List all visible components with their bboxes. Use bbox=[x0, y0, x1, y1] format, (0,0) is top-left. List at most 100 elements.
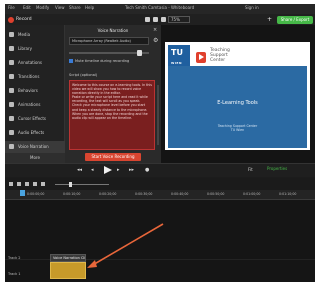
ruler-tick: 0:00:50;00 bbox=[207, 192, 225, 196]
track-label: Track 1 bbox=[8, 272, 21, 276]
zoom-select[interactable]: 75% bbox=[168, 16, 190, 23]
menu-view[interactable]: View bbox=[55, 5, 65, 10]
paste-icon[interactable] bbox=[41, 182, 45, 186]
ruler-tick: 0:00:40;00 bbox=[171, 192, 189, 196]
behaviors-icon bbox=[9, 88, 14, 93]
audio-icon bbox=[9, 130, 14, 135]
menu-bar: File Edit Modify View Share Help Tech Sm… bbox=[5, 4, 315, 14]
share-button[interactable]: Share / Export bbox=[277, 16, 313, 24]
script-label: Script (optional) bbox=[69, 73, 98, 77]
record-icon[interactable] bbox=[8, 17, 14, 23]
timeline-zoom-slider[interactable] bbox=[55, 184, 109, 185]
crop-tool-icon[interactable] bbox=[161, 17, 166, 22]
ruler-tick: 0:00:00;00 bbox=[27, 192, 45, 196]
step-forward-icon[interactable]: ▸ bbox=[117, 167, 120, 173]
menu-share[interactable]: Share bbox=[69, 5, 81, 10]
start-voice-recording-button[interactable]: Start Voice Recording bbox=[85, 153, 141, 161]
sidebar-item-label: Audio Effects bbox=[18, 130, 45, 135]
mute-timeline-label: Mute timeline during recording bbox=[75, 59, 130, 63]
timeline-toolbar bbox=[5, 178, 315, 190]
slide-subtitle: Teaching Support Center TU Wien bbox=[217, 124, 258, 132]
sidebar-item-cursor-effects[interactable]: Cursor Effects bbox=[5, 113, 65, 125]
sidebar-item-label: Transitions bbox=[18, 74, 40, 79]
sidebar-item-label: Library bbox=[18, 46, 32, 51]
preview-slide[interactable]: TU WIEN Teaching Support Center E-Learni… bbox=[165, 42, 310, 150]
slide-title-area: E-Learning Tools Teaching Support Center… bbox=[168, 66, 307, 148]
ruler-tick: 0:00:20;00 bbox=[99, 192, 117, 196]
sidebar-item-label: Animations bbox=[18, 102, 41, 107]
menu-edit[interactable]: Edit bbox=[23, 5, 31, 10]
add-icon[interactable]: + bbox=[267, 16, 272, 23]
tools-sidebar: Media Library Annotations Transitions Be… bbox=[5, 25, 65, 163]
timeline-zoom-thumb[interactable] bbox=[69, 182, 72, 187]
menu-help[interactable]: Help bbox=[85, 5, 94, 10]
menu-file[interactable]: File bbox=[8, 5, 15, 10]
sidebar-item-voice-narration[interactable]: Voice Narration bbox=[5, 141, 65, 153]
ruler-tick: 0:01:10;00 bbox=[279, 192, 297, 196]
sidebar-item-label: Cursor Effects bbox=[18, 116, 47, 121]
copy-icon[interactable] bbox=[33, 182, 37, 186]
voice-narration-panel: Voice Narration × Microphone Array (Real… bbox=[65, 25, 161, 163]
script-textarea[interactable]: Welcome to this course on e-learning too… bbox=[69, 80, 155, 150]
window-title: Tech Smith Camtasia - Whiteboard bbox=[125, 5, 195, 10]
close-icon[interactable]: × bbox=[153, 27, 157, 33]
transitions-icon bbox=[9, 74, 14, 79]
sign-in-link[interactable]: Sign in bbox=[245, 5, 259, 10]
playhead[interactable] bbox=[20, 190, 25, 196]
sidebar-item-animations[interactable]: Animations bbox=[5, 99, 65, 111]
app-window: File Edit Modify View Share Help Tech Sm… bbox=[5, 4, 315, 282]
track-label: Track 2 bbox=[8, 256, 21, 260]
sidebar-item-annotations[interactable]: Annotations bbox=[5, 57, 65, 69]
undo-icon[interactable] bbox=[9, 182, 13, 186]
sidebar-item-library[interactable]: Library bbox=[5, 43, 65, 55]
annotations-icon bbox=[9, 60, 14, 65]
sidebar-item-label: Behaviors bbox=[18, 88, 38, 93]
ruler-tick: 0:01:00;00 bbox=[243, 192, 261, 196]
sidebar-item-transitions[interactable]: Transitions bbox=[5, 71, 65, 83]
gear-icon[interactable]: ⚙ bbox=[153, 37, 158, 44]
cut-icon[interactable] bbox=[25, 182, 29, 186]
microphone-select[interactable]: Microphone Array (Realtek Audio) bbox=[69, 37, 149, 45]
menu-modify[interactable]: Modify bbox=[36, 5, 49, 10]
pan-tool-icon[interactable] bbox=[153, 17, 158, 22]
cursor-effects-icon bbox=[9, 116, 14, 121]
media-icon bbox=[9, 32, 14, 37]
more-button[interactable]: More bbox=[5, 153, 65, 163]
sidebar-item-label: Media bbox=[18, 32, 31, 37]
panel-title: Voice Narration bbox=[97, 28, 129, 33]
library-icon bbox=[9, 46, 14, 51]
ruler-tick: 0:00:10;00 bbox=[63, 192, 81, 196]
play-icon[interactable] bbox=[104, 166, 112, 174]
sidebar-item-label: Voice Narration bbox=[18, 144, 49, 149]
step-back-icon[interactable]: ◂ bbox=[91, 167, 94, 173]
script-paragraph: When you are done, stop the recording an… bbox=[72, 111, 148, 120]
select-tool-icon[interactable] bbox=[145, 17, 150, 22]
rewind-icon[interactable]: ◂◂ bbox=[77, 167, 82, 173]
sidebar-item-behaviors[interactable]: Behaviors bbox=[5, 85, 65, 97]
end-icon[interactable]: ● bbox=[145, 167, 149, 173]
audio-clip[interactable] bbox=[50, 262, 86, 279]
sidebar-item-media[interactable]: Media bbox=[5, 29, 65, 41]
redo-icon[interactable] bbox=[17, 182, 21, 186]
sidebar-item-label: Annotations bbox=[18, 60, 43, 65]
sidebar-item-audio-effects[interactable]: Audio Effects bbox=[5, 127, 65, 139]
play-logo-icon bbox=[196, 52, 206, 63]
timeline-ruler[interactable] bbox=[5, 190, 315, 200]
tu-wien-logo: TU WIEN bbox=[168, 45, 190, 67]
script-paragraph: Welcome to this course on e-learning too… bbox=[72, 83, 152, 96]
brand-text: Teaching Support Center bbox=[210, 48, 230, 63]
input-level-thumb[interactable] bbox=[137, 50, 142, 56]
ruler-tick: 0:00:30;00 bbox=[135, 192, 153, 196]
fast-forward-icon[interactable]: ▸▸ bbox=[129, 167, 134, 173]
slide-title: E-Learning Tools bbox=[217, 100, 258, 106]
properties-button[interactable]: Properties bbox=[267, 166, 287, 171]
voice-icon bbox=[9, 144, 14, 149]
logo-subtext: WIEN bbox=[171, 61, 182, 65]
clip-label[interactable]: Voice Narration Clip bbox=[50, 254, 86, 262]
script-scrollbar[interactable] bbox=[157, 85, 159, 145]
record-button[interactable]: Record bbox=[16, 17, 32, 22]
logo-text: TU bbox=[171, 48, 183, 57]
mute-timeline-checkbox[interactable] bbox=[69, 59, 73, 63]
animations-icon bbox=[9, 102, 14, 107]
fit-select[interactable]: Fit bbox=[248, 167, 253, 172]
